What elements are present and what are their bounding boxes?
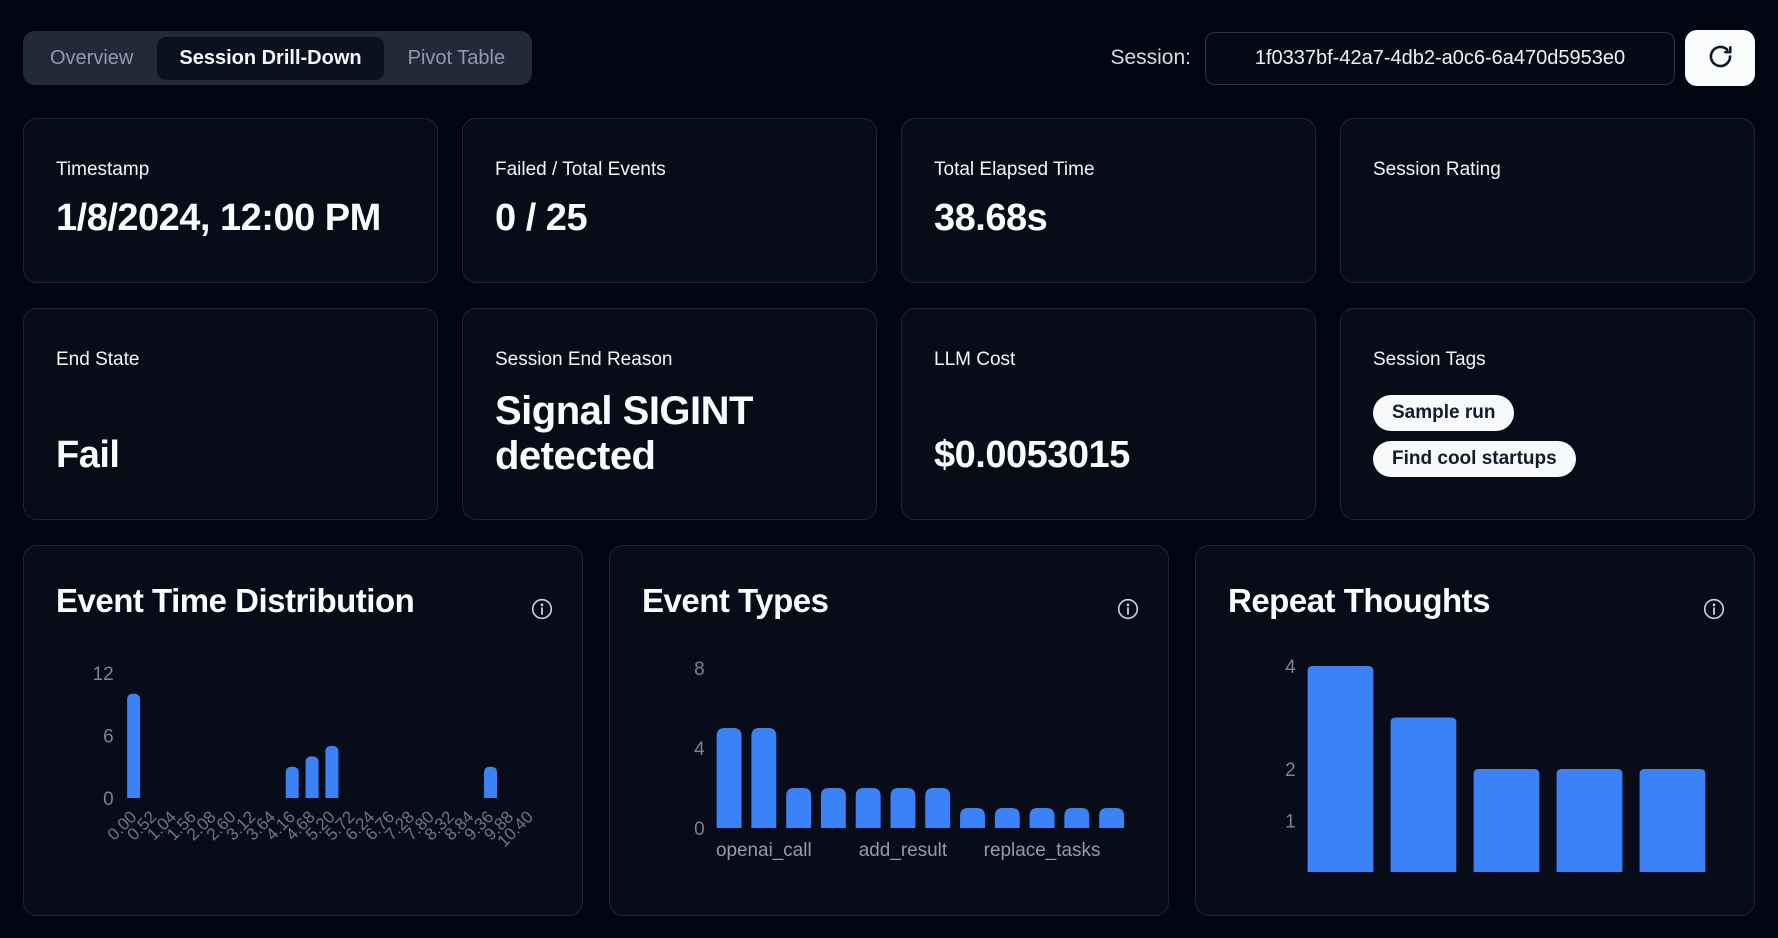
stat-label: Timestamp [56, 159, 405, 181]
tab-overview[interactable]: Overview [28, 37, 155, 80]
svg-text:4: 4 [694, 739, 705, 760]
repeat-thoughts-chart: 1 2 4 [1196, 640, 1754, 915]
stat-label: Failed / Total Events [495, 159, 844, 181]
stat-label: Total Elapsed Time [934, 159, 1283, 181]
info-icon[interactable] [1702, 597, 1726, 621]
stat-label: Session Tags [1373, 349, 1722, 371]
charts-row: Event Time Distribution 06120.000.521.04… [23, 545, 1755, 916]
tab-session-drill-down[interactable]: Session Drill-Down [157, 37, 383, 80]
stats-row-2: End State Fail Session End Reason Signal… [23, 308, 1755, 520]
svg-text:1: 1 [1285, 811, 1296, 832]
stat-value: 38.68s [934, 197, 1283, 240]
chart-title: Repeat Thoughts [1228, 582, 1490, 620]
tab-bar: Overview Session Drill-Down Pivot Table [23, 31, 532, 85]
svg-text:replace_tasks: replace_tasks [984, 840, 1101, 861]
stat-card-session-tags: Session Tags Sample run Find cool startu… [1340, 308, 1755, 520]
stat-value: 0 / 25 [495, 197, 844, 240]
session-tags-list: Sample run Find cool startups [1373, 395, 1722, 477]
session-tag: Sample run [1373, 395, 1514, 431]
svg-text:4: 4 [1285, 657, 1296, 678]
stat-card-session-end-reason: Session End Reason Signal SIGINT detecte… [462, 308, 877, 520]
svg-text:2: 2 [1285, 760, 1296, 781]
stats-row-1: Timestamp 1/8/2024, 12:00 PM Failed / To… [23, 118, 1755, 283]
stat-label: Session Rating [1373, 159, 1722, 181]
chart-card-event-time-distribution: Event Time Distribution 06120.000.521.04… [23, 545, 583, 916]
session-tag: Find cool startups [1373, 441, 1576, 477]
chart-card-repeat-thoughts: Repeat Thoughts 1 2 4 [1195, 545, 1755, 916]
event-time-distribution-chart: 06120.000.521.041.562.082.603.123.644.16… [24, 640, 582, 915]
stat-label: End State [56, 349, 405, 371]
event-types-chart: 0 4 8 openai_call add_result replace_tasks [610, 640, 1168, 915]
info-icon[interactable] [1116, 597, 1140, 621]
refresh-button[interactable] [1685, 30, 1755, 86]
svg-text:6: 6 [103, 726, 114, 747]
stat-value: 1/8/2024, 12:00 PM [56, 197, 405, 240]
stat-card-timestamp: Timestamp 1/8/2024, 12:00 PM [23, 118, 438, 283]
chart-card-event-types: Event Types 0 4 8 openai_call add_result repl… [609, 545, 1169, 916]
svg-text:add_result: add_result [859, 840, 948, 861]
svg-text:8: 8 [694, 659, 705, 680]
svg-text:0: 0 [103, 789, 114, 810]
stat-label: LLM Cost [934, 349, 1283, 371]
refresh-icon [1707, 43, 1734, 73]
session-label: Session: [1110, 46, 1191, 70]
session-controls: Session: [1110, 30, 1755, 86]
session-dashboard: Overview Session Drill-Down Pivot Table … [0, 0, 1778, 916]
stat-value: $0.0053015 [934, 434, 1283, 477]
stat-card-end-state: End State Fail [23, 308, 438, 520]
svg-text:openai_call: openai_call [716, 840, 812, 861]
stat-value: Signal SIGINT detected [495, 389, 844, 479]
svg-text:12: 12 [93, 664, 114, 685]
info-icon[interactable] [530, 597, 554, 621]
stat-card-session-rating: Session Rating [1340, 118, 1755, 283]
stat-label: Session End Reason [495, 349, 844, 371]
stat-value: Fail [56, 434, 405, 477]
chart-title: Event Types [642, 582, 828, 620]
svg-text:0: 0 [694, 819, 705, 840]
stat-card-total-elapsed-time: Total Elapsed Time 38.68s [901, 118, 1316, 283]
tab-pivot-table[interactable]: Pivot Table [386, 37, 527, 80]
chart-title: Event Time Distribution [56, 582, 414, 620]
header: Overview Session Drill-Down Pivot Table … [23, 30, 1755, 86]
stat-card-llm-cost: LLM Cost $0.0053015 [901, 308, 1316, 520]
stat-card-failed-total-events: Failed / Total Events 0 / 25 [462, 118, 877, 283]
session-id-input[interactable] [1205, 32, 1675, 85]
